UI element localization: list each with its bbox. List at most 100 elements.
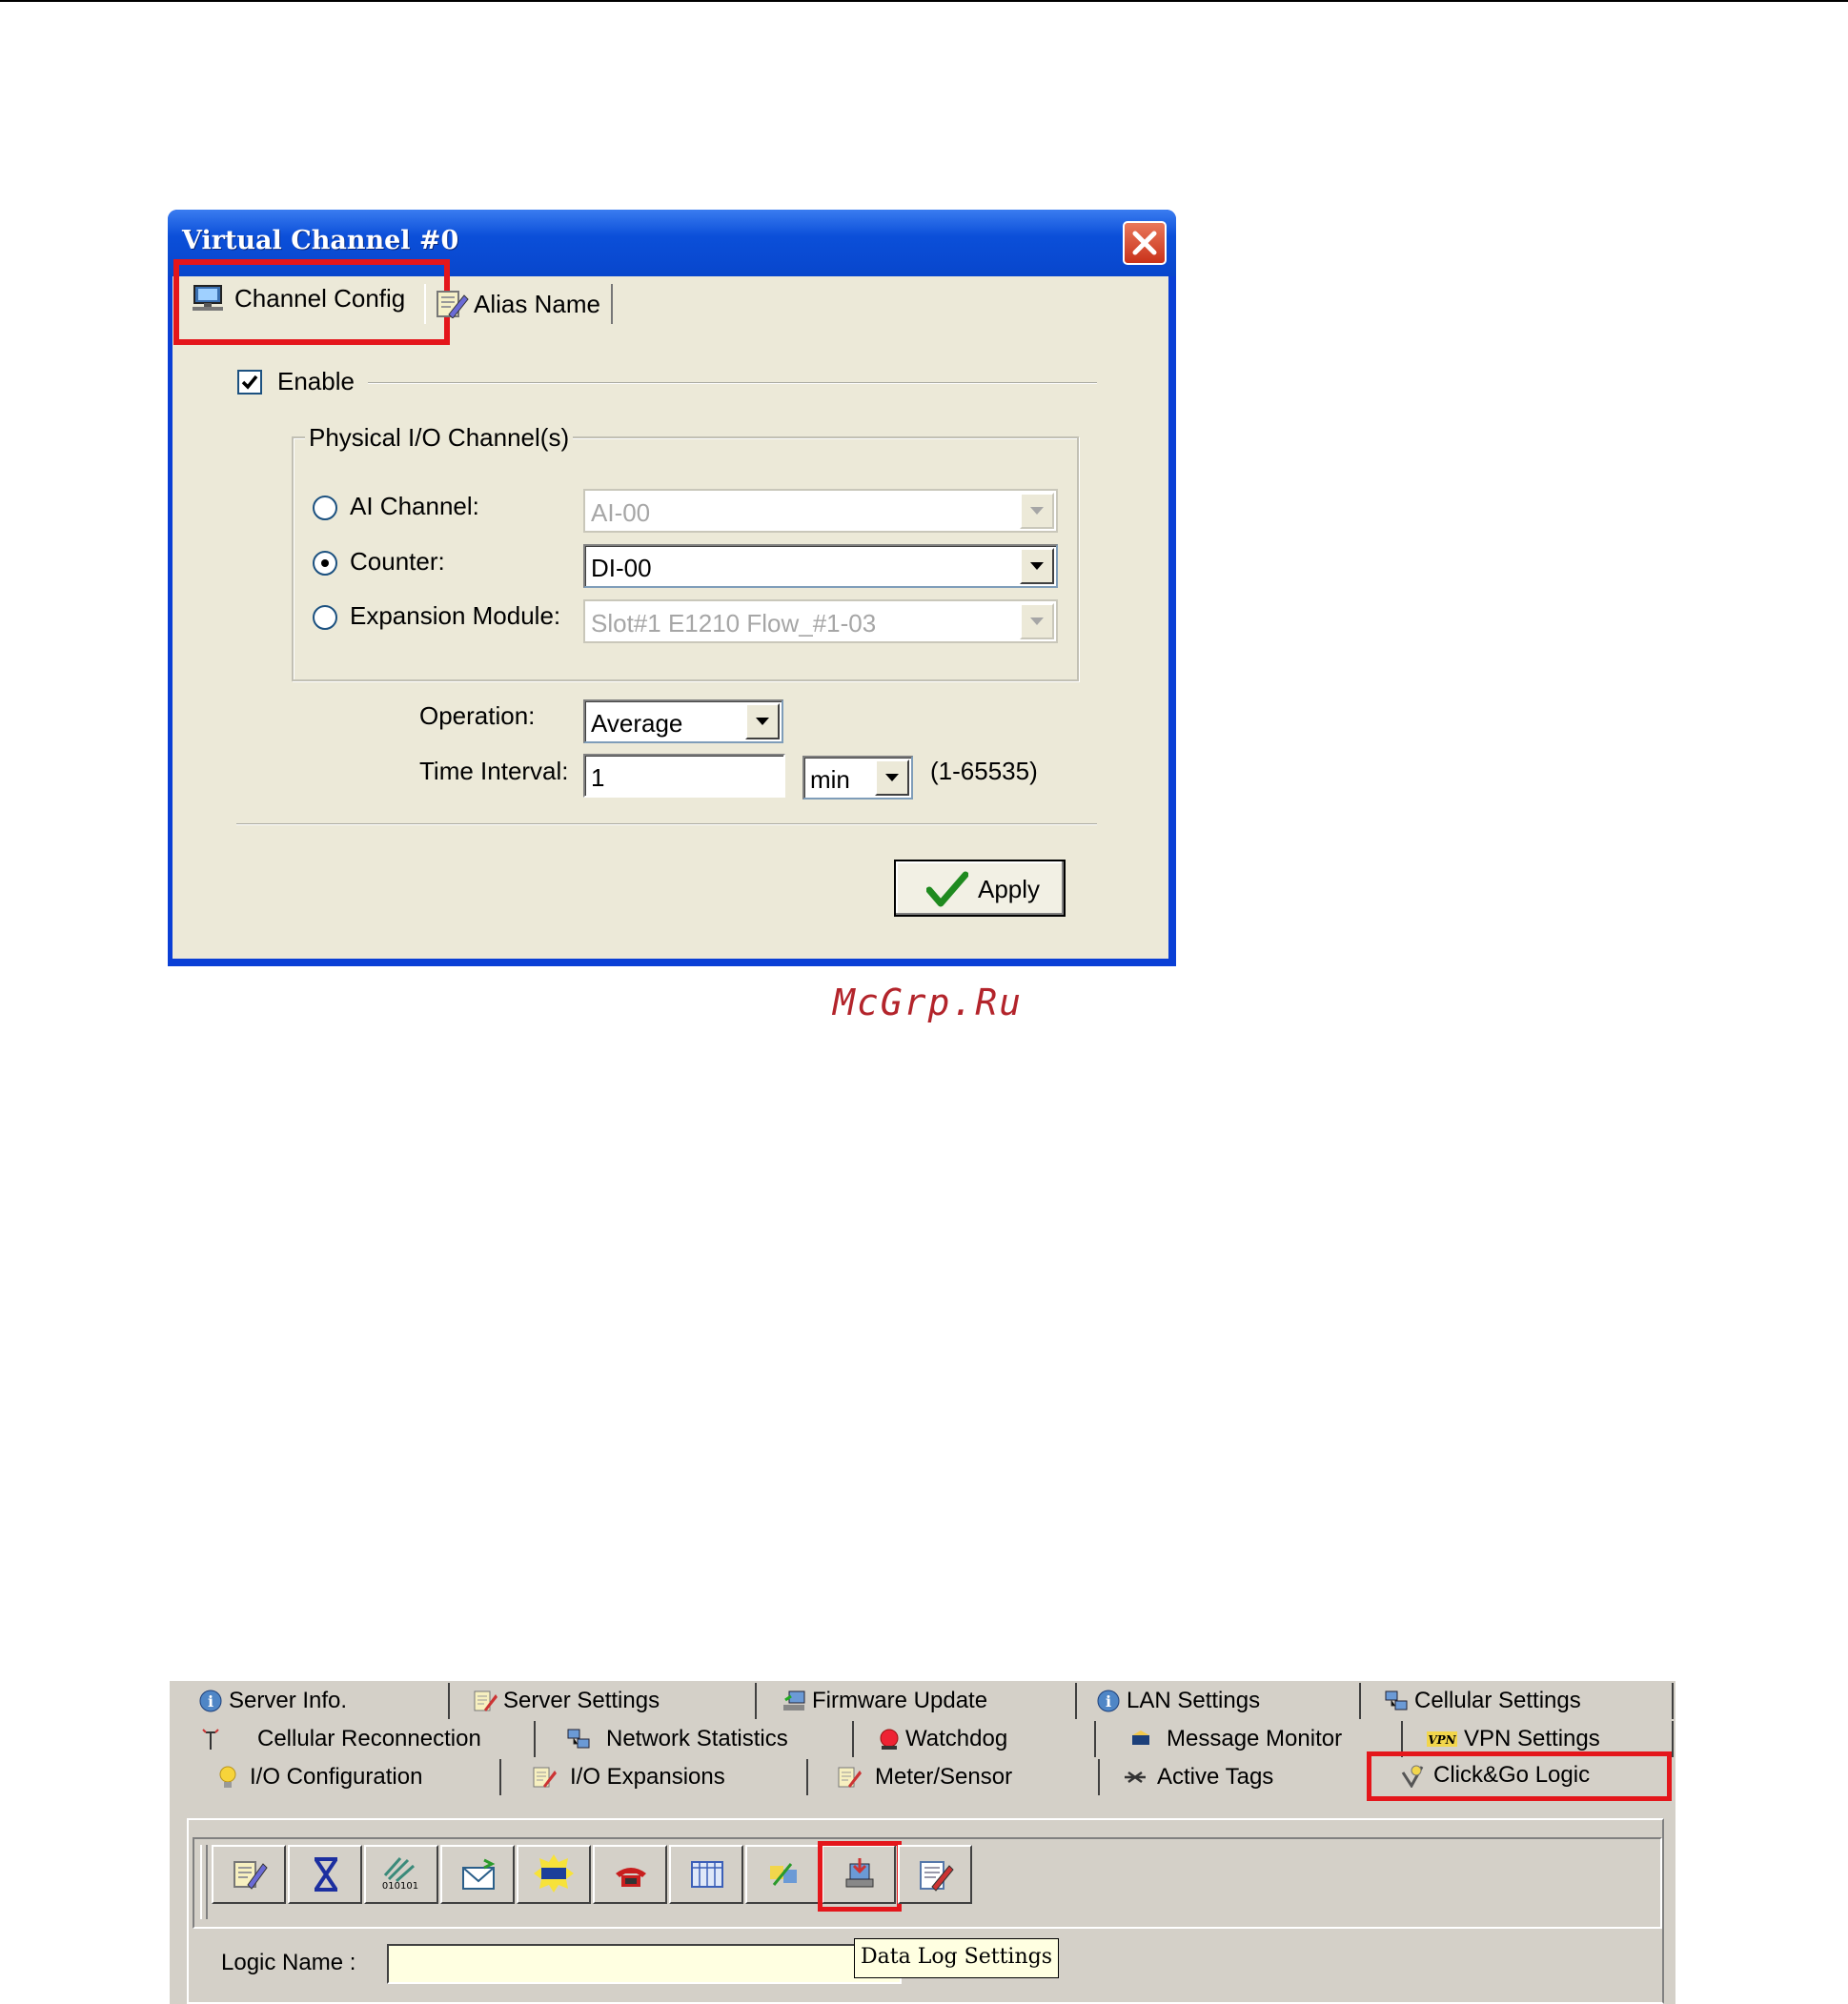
tab-cellular-reconnection[interactable]: Cellular Reconnection (187, 1721, 536, 1757)
chevron-down-icon (1020, 493, 1054, 529)
vpn-icon: VPN (1427, 1731, 1457, 1747)
ai-channel-radio[interactable] (313, 496, 337, 520)
active-tags-icon (1125, 1771, 1146, 1784)
operation-label: Operation: (419, 701, 536, 730)
tab-label: I/O Configuration (250, 1764, 423, 1790)
time-unit-value: min (810, 765, 850, 794)
highlight-box-click-go-logic (1367, 1751, 1672, 1801)
lightbulb-icon (219, 1766, 236, 1788)
toolbar-button-edit[interactable] (212, 1845, 286, 1904)
expansion-module-radio[interactable] (313, 605, 337, 630)
tab-label: Server Settings (503, 1688, 660, 1713)
swap-icon (770, 1863, 797, 1886)
chevron-down-icon (745, 703, 780, 739)
toolbar-button-email[interactable] (440, 1845, 515, 1904)
tab-label: Message Monitor (1167, 1726, 1343, 1751)
tab-server-settings[interactable]: Server Settings (461, 1683, 757, 1719)
time-interval-range: (1-65535) (930, 757, 1038, 785)
network-computers-icon (567, 1729, 590, 1749)
tab-cellular-settings[interactable]: Cellular Settings (1372, 1683, 1674, 1719)
bottom-divider (236, 823, 1097, 825)
chevron-down-icon (1020, 603, 1054, 639)
toolbar-button-signal[interactable]: 010101 (364, 1845, 438, 1904)
tab-active-tags[interactable]: Active Tags (1111, 1759, 1371, 1795)
radio-dot (321, 559, 329, 567)
notepad-edit-icon (437, 291, 469, 318)
tab-label: Watchdog (905, 1726, 1008, 1751)
notepad-edit-icon (838, 1767, 862, 1788)
tab-server-info[interactable]: i Server Info. (187, 1683, 450, 1719)
logic-name-input[interactable] (387, 1944, 902, 1984)
operation-select[interactable]: Average (583, 699, 783, 743)
network-update-icon (783, 1690, 805, 1710)
info-icon: i (199, 1690, 222, 1712)
tab-label: I/O Expansions (570, 1764, 725, 1790)
enable-label: Enable (277, 367, 355, 395)
toolbar-button-edit-document[interactable] (898, 1845, 972, 1904)
toolbar-grip[interactable] (200, 1845, 208, 1919)
tab-watchdog[interactable]: Watchdog (867, 1721, 1096, 1757)
tab-label: Active Tags (1157, 1764, 1274, 1790)
highlight-box-channel-config (173, 259, 450, 345)
time-unit-select[interactable]: min (802, 756, 913, 800)
svg-text:VPN: VPN (1428, 1733, 1456, 1747)
dialog-title: Virtual Channel #0 (182, 226, 459, 255)
chevron-down-icon (1020, 548, 1054, 584)
tab-strip-line (429, 111, 1125, 112)
highlight-box-data-log (818, 1841, 902, 1912)
message-icon (1132, 1731, 1149, 1745)
counter-select[interactable]: DI-00 (583, 544, 1058, 588)
edit-icon (234, 1861, 268, 1890)
logic-name-label: Logic Name : (221, 1950, 356, 1975)
tab-message-monitor[interactable]: Message Monitor (1107, 1721, 1403, 1757)
tab-io-expansions[interactable]: I/O Expansions (515, 1759, 808, 1795)
toolbar-button-timer[interactable] (288, 1845, 362, 1904)
data-log-tooltip: Data Log Settings (854, 1938, 1059, 1978)
operation-value: Average (591, 709, 683, 738)
tab-label: Network Statistics (606, 1726, 788, 1751)
ai-channel-label: AI Channel: (350, 492, 479, 520)
top-rule (0, 0, 1848, 2)
tab-label: Cellular Reconnection (257, 1726, 481, 1751)
tab-io-configuration[interactable]: I/O Configuration (187, 1759, 501, 1795)
svg-text:i: i (1106, 1692, 1111, 1710)
tab-firmware-update[interactable]: Firmware Update (770, 1683, 1077, 1719)
group-title: Physical I/O Channel(s) (305, 423, 574, 453)
expansion-module-value: Slot#1 E1210 Flow_#1-03 (591, 609, 877, 638)
ai-channel-select[interactable]: AI-00 (583, 489, 1058, 533)
watermark: McGrp.Ru (833, 982, 1024, 1023)
apply-button[interactable]: Apply (894, 860, 1066, 917)
toolbar-button-swap[interactable] (745, 1845, 820, 1904)
counter-label: Counter: (350, 547, 445, 576)
hourglass-icon (315, 1857, 337, 1892)
tab-lan-settings[interactable]: i LAN Settings (1085, 1683, 1361, 1719)
notepad-edit-icon (474, 1690, 498, 1711)
network-computers-icon (1385, 1690, 1408, 1710)
tab-network-statistics[interactable]: Network Statistics (549, 1721, 854, 1757)
counter-radio[interactable] (313, 551, 337, 576)
tab-label: LAN Settings (1127, 1688, 1261, 1713)
email-icon (462, 1858, 496, 1890)
enable-checkbox[interactable] (237, 370, 262, 395)
time-interval-input[interactable]: 1 (583, 754, 785, 798)
toolbar-button-table[interactable] (669, 1845, 743, 1904)
info-icon: i (1097, 1690, 1120, 1712)
binary-signal-icon: 010101 (382, 1857, 418, 1891)
table-icon (691, 1861, 723, 1888)
close-button[interactable] (1123, 221, 1167, 265)
expansion-module-label: Expansion Module: (350, 601, 561, 630)
edit-document-icon (920, 1861, 954, 1892)
tab-alias-name[interactable]: Alias Name (424, 284, 613, 324)
checkmark-icon (241, 374, 258, 390)
expansion-module-select[interactable]: Slot#1 E1210 Flow_#1-03 (583, 599, 1058, 643)
tab-label: Alias Name (474, 290, 600, 318)
tab-label: Meter/Sensor (875, 1764, 1013, 1790)
toolbar-button-snmp-trap[interactable] (517, 1845, 591, 1904)
tab-label: Server Info. (229, 1688, 348, 1713)
time-interval-label: Time Interval: (419, 757, 569, 785)
notepad-edit-icon (533, 1767, 557, 1788)
checkmark-icon (926, 871, 968, 907)
tab-meter-sensor[interactable]: Meter/Sensor (822, 1759, 1100, 1795)
counter-value: DI-00 (591, 554, 652, 582)
toolbar-button-phone[interactable] (593, 1845, 667, 1904)
